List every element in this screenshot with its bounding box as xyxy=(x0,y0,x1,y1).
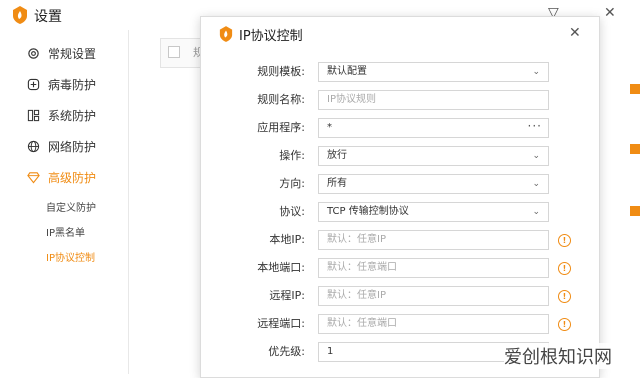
plus-shield-icon xyxy=(26,77,40,91)
select-all-checkbox[interactable] xyxy=(168,46,180,58)
windows-icon xyxy=(26,108,40,122)
local-port-placeholder: 默认：任意端口 xyxy=(327,262,397,273)
subitem-ip-protocol-control[interactable]: IP协议控制 xyxy=(46,249,95,264)
local-ip-placeholder: 默认：任意IP xyxy=(327,234,386,245)
remote-ip-label: 远程IP: xyxy=(269,289,305,302)
diamond-icon xyxy=(26,170,40,184)
status-marker xyxy=(630,206,640,216)
protocol-label: 协议: xyxy=(279,205,305,218)
remote-port-label: 远程端口: xyxy=(257,317,305,330)
gear-icon xyxy=(26,46,40,60)
app-logo-icon xyxy=(13,6,27,24)
remote-ip-placeholder: 默认：任意IP xyxy=(327,290,386,301)
rule-name-placeholder: IP协议规则 xyxy=(327,94,376,105)
chevron-down-icon: ⌄ xyxy=(532,179,540,189)
browse-more-icon[interactable]: ··· xyxy=(528,117,542,135)
warning-icon[interactable]: ! xyxy=(558,290,571,303)
sidebar-item-system[interactable]: 系统防护 xyxy=(26,105,96,125)
sidebar-item-label: 病毒防护 xyxy=(48,77,97,92)
window-title: 设置 xyxy=(34,9,62,25)
warning-icon[interactable]: ! xyxy=(558,262,571,275)
template-select[interactable]: 默认配置 ⌄ xyxy=(318,62,549,82)
protocol-select[interactable]: TCP 传输控制协议 ⌄ xyxy=(318,202,549,222)
template-value: 默认配置 xyxy=(327,66,367,77)
status-marker xyxy=(630,84,640,94)
remote-ip-input[interactable]: 默认：任意IP xyxy=(318,286,549,306)
sidebar-item-label: 高级防护 xyxy=(48,170,97,185)
globe-icon xyxy=(26,139,40,153)
dialog-title: IP协议控制 xyxy=(239,29,303,44)
direction-value: 所有 xyxy=(327,178,347,189)
name-label: 规则名称: xyxy=(257,93,305,106)
direction-label: 方向: xyxy=(279,177,305,190)
ip-protocol-dialog: IP协议控制 ✕ 规则模板: 默认配置 ⌄ 规则名称: IP协议规则 应用程序:… xyxy=(200,16,600,378)
chevron-down-icon: ⌄ xyxy=(532,67,540,77)
warning-icon[interactable]: ! xyxy=(558,234,571,247)
watermark-text: 爱创根知识网 xyxy=(504,343,612,369)
sidebar-item-network[interactable]: 网络防护 xyxy=(26,136,96,156)
subitem-custom-protection[interactable]: 自定义防护 xyxy=(46,199,96,214)
dialog-logo-icon xyxy=(219,26,233,42)
dialog-close-button[interactable]: ✕ xyxy=(569,25,581,41)
window-close-button[interactable]: ✕ xyxy=(604,5,616,21)
sidebar-item-advanced[interactable]: 高级防护 xyxy=(26,167,96,187)
local-port-label: 本地端口: xyxy=(257,261,305,274)
action-label: 操作: xyxy=(279,149,305,162)
sidebar-item-label: 系统防护 xyxy=(48,108,97,123)
local-ip-input[interactable]: 默认：任意IP xyxy=(318,230,549,250)
local-port-input[interactable]: 默认：任意端口 xyxy=(318,258,549,278)
rule-name-input[interactable]: IP协议规则 xyxy=(318,90,549,110)
sidebar-item-label: 网络防护 xyxy=(48,139,97,154)
program-label: 应用程序: xyxy=(257,121,305,134)
program-value: * xyxy=(327,122,332,133)
sidebar-item-label: 常规设置 xyxy=(48,46,97,61)
chevron-down-icon: ⌄ xyxy=(532,207,540,217)
remote-port-placeholder: 默认：任意端口 xyxy=(327,318,397,329)
chevron-down-icon: ⌄ xyxy=(532,151,540,161)
action-value: 放行 xyxy=(327,150,347,161)
direction-select[interactable]: 所有 ⌄ xyxy=(318,174,549,194)
local-ip-label: 本地IP: xyxy=(269,233,305,246)
status-marker xyxy=(630,144,640,154)
sidebar-item-virus[interactable]: 病毒防护 xyxy=(26,74,96,94)
priority-value: 1 xyxy=(327,346,334,357)
action-select[interactable]: 放行 ⌄ xyxy=(318,146,549,166)
protocol-value: TCP 传输控制协议 xyxy=(327,206,409,217)
program-input[interactable]: * ··· xyxy=(318,118,549,138)
warning-icon[interactable]: ! xyxy=(558,318,571,331)
sidebar-item-general[interactable]: 常规设置 xyxy=(26,43,96,63)
subitem-ip-blacklist[interactable]: IP黑名单 xyxy=(46,224,85,239)
sidebar: 常规设置 病毒防护 系统防护 网络防护 高级防护 自定义防护 IP黑名单 IP协… xyxy=(0,30,129,374)
template-label: 规则模板: xyxy=(257,65,305,78)
priority-label: 优先级: xyxy=(268,345,305,358)
remote-port-input[interactable]: 默认：任意端口 xyxy=(318,314,549,334)
